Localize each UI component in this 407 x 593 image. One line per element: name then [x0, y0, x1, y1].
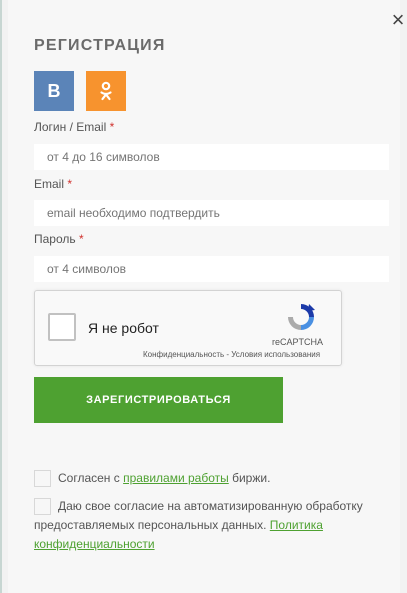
- odnoklassniki-login-button[interactable]: [86, 71, 126, 111]
- email-label: Email *: [34, 177, 73, 191]
- login-label: Логин / Email *: [34, 120, 115, 134]
- required-mark: *: [67, 177, 73, 191]
- login-input[interactable]: [34, 144, 389, 170]
- close-icon[interactable]: ×: [388, 9, 407, 33]
- recaptcha-checkbox[interactable]: [48, 313, 76, 341]
- required-mark: *: [109, 120, 115, 134]
- recaptcha-widget: Я не робот reCAPTCHA Конфиденциальность …: [34, 290, 342, 366]
- rules-consent-text: Согласен с правилами работы биржи.: [58, 471, 271, 485]
- password-input[interactable]: [34, 256, 389, 282]
- backdrop-edge: [0, 0, 2, 593]
- vk-icon: В: [47, 80, 61, 101]
- recaptcha-logo-icon: [288, 304, 315, 330]
- email-input[interactable]: [34, 200, 389, 226]
- modal-title: РЕГИСТРАЦИЯ: [34, 37, 166, 54]
- odnoklassniki-icon: [100, 81, 112, 101]
- recaptcha-label: Я не робот: [88, 320, 159, 336]
- required-mark: *: [78, 232, 84, 246]
- privacy-consent-text: Даю свое согласие на автоматизированную …: [34, 499, 363, 551]
- vk-login-button[interactable]: В: [34, 71, 74, 111]
- register-button[interactable]: ЗАРЕГИСТРИРОВАТЬСЯ: [34, 377, 283, 423]
- password-label: Пароль *: [34, 232, 84, 246]
- rules-link[interactable]: правилами работы: [123, 471, 229, 485]
- recaptcha-brand: reCAPTCHA: [272, 337, 324, 347]
- rules-consent-checkbox[interactable]: [34, 470, 51, 487]
- recaptcha-links[interactable]: Конфиденциальность - Условия использован…: [143, 350, 320, 359]
